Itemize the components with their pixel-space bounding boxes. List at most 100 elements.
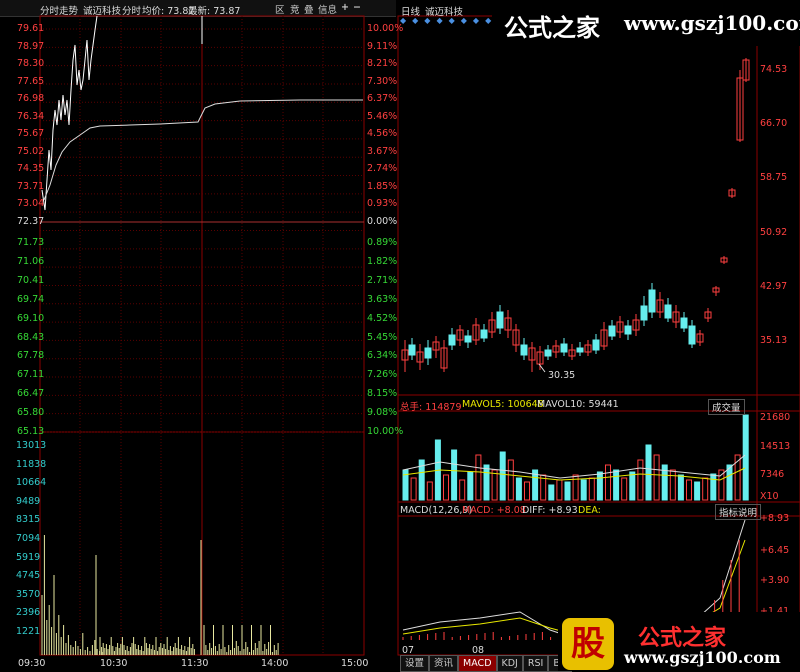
price-tick-down-0: 71.73	[17, 237, 45, 248]
time-tick-1: 10:30	[100, 658, 128, 669]
price-tick-up-6: 75.67	[17, 128, 45, 140]
tab-kdj[interactable]: KDJ	[496, 655, 523, 672]
kline-volume-bar	[410, 477, 417, 501]
price-tick-up-2: 78.30	[17, 58, 45, 70]
price-tick-down-3: 69.74	[17, 293, 45, 305]
pct-tick-up-8: 2.74%	[367, 163, 398, 175]
kline-volume-bar	[726, 464, 733, 501]
pct-tick-down-2: 2.71%	[367, 274, 398, 286]
indicator-tabs: 设置 资讯 MACD KDJ RSI BO	[400, 655, 573, 672]
kline-tick-3: 50.92	[760, 226, 788, 238]
tab-rsi[interactable]: RSI	[522, 655, 549, 672]
price-tick-down-10: 65.13	[17, 426, 45, 437]
price-tick-down-8: 66.47	[17, 388, 45, 400]
watermark-bottom-url: www.gszj100.com	[624, 648, 781, 667]
pct-tick-up-9: 1.85%	[367, 180, 398, 192]
volume-tick-7: 4745	[16, 570, 41, 582]
kline-volume-bar	[451, 449, 458, 501]
tab-settings[interactable]: 设置	[400, 655, 430, 672]
pct-tick-up-6: 4.56%	[367, 128, 398, 140]
price-tick-up-7: 75.02	[17, 145, 45, 157]
price-tick-down-9: 65.80	[17, 407, 45, 419]
candle-body	[448, 334, 456, 346]
volume-tick-5: 7094	[16, 533, 41, 544]
kline-tick-5: 35.13	[760, 335, 788, 346]
kline-volume-bar	[491, 469, 498, 501]
price-tick-up-9: 73.71	[17, 180, 45, 192]
average-line	[43, 99, 363, 201]
price-tick-down-1: 71.06	[17, 255, 45, 267]
diff-value: DIFF: +8.93	[522, 505, 578, 516]
volume-tick-8: 3570	[16, 588, 41, 600]
price-tick-down-6: 67.78	[17, 350, 45, 362]
kline-volume-bar	[742, 414, 749, 501]
kline-volume-bar	[669, 469, 676, 501]
kline-volume-bar	[426, 481, 433, 501]
time-tick-4: 15:00	[341, 658, 369, 669]
candle-body	[464, 335, 472, 343]
time-tick-0: 09:30	[18, 658, 46, 669]
volume-tick-1: 11838	[16, 458, 47, 470]
kline-volume-bar	[629, 471, 636, 501]
pct-tick-down-8: 8.15%	[367, 388, 398, 400]
price-tick-up-0: 79.61	[17, 23, 45, 34]
kline-volume-bar	[548, 484, 555, 501]
pct-tick-up-5: 5.46%	[367, 110, 398, 122]
pct-tick-up-10: 0.93%	[367, 198, 398, 210]
candle-body	[624, 325, 632, 335]
candle-body	[480, 329, 488, 339]
watermark-logo: 股	[562, 618, 614, 670]
kline-volume-bar	[596, 471, 603, 501]
kline-volume-bar	[556, 479, 563, 501]
candle-body	[648, 289, 656, 313]
kline-volume-bar	[605, 464, 611, 501]
kline-tick-1: 66.70	[760, 118, 788, 130]
candle-body	[544, 349, 552, 357]
price-tick-down-7: 67.11	[17, 369, 45, 381]
pct-tick-up-11: 0.00%	[367, 216, 398, 227]
kline-volume-bar	[443, 474, 449, 501]
tab-macd[interactable]: MACD	[458, 655, 497, 672]
pct-tick-up-1: 9.11%	[367, 40, 398, 52]
volume-indicator-button[interactable]: 成交量	[708, 399, 745, 415]
pct-tick-down-4: 4.52%	[367, 312, 398, 324]
kline-tick-0: 74.53	[760, 64, 788, 75]
pct-tick-up-0: 10.00%	[367, 23, 404, 34]
candle-body	[408, 344, 416, 356]
pct-tick-up-4: 6.37%	[367, 93, 398, 105]
watermark-top-url: www.gszj100.com	[624, 11, 800, 35]
kline-volume-bar	[686, 479, 692, 501]
candle-body	[520, 344, 528, 356]
indicator-help-button[interactable]: 指标说明	[715, 504, 762, 520]
time-tick-2: 11:30	[181, 658, 209, 669]
macd-value: MACD: +8.08	[462, 505, 526, 516]
kline-volume-bar	[524, 481, 530, 501]
dea-value: DEA:	[578, 505, 601, 516]
kline-volume-bar	[459, 479, 466, 501]
pct-tick-up-2: 8.21%	[367, 58, 398, 70]
macd-tick-0: +8.93	[760, 513, 790, 524]
volume-tick-10: 1221	[16, 626, 41, 637]
total-volume-label: 总手: 114879	[400, 402, 462, 413]
price-tick-up-1: 78.97	[17, 40, 45, 52]
kline-volume-bar	[580, 479, 587, 501]
kline-volume-bar	[637, 459, 644, 501]
mavol10-label: MAVOL10: 59441	[537, 399, 619, 410]
pct-tick-down-0: 0.89%	[367, 237, 398, 248]
kline-volume-bar	[475, 454, 482, 501]
kline-volume-bar	[467, 471, 474, 501]
pct-tick-down-7: 7.26%	[367, 369, 398, 381]
tab-news[interactable]: 资讯	[429, 655, 459, 672]
volume-tick-0: 13013	[16, 440, 47, 451]
kline-volume-bar	[499, 451, 506, 501]
pct-tick-down-10: 10.00%	[367, 426, 404, 437]
pct-tick-down-1: 1.82%	[367, 255, 398, 267]
kline-tick-2: 58.75	[760, 172, 788, 184]
candle-body	[592, 339, 600, 351]
candle-body	[496, 311, 504, 329]
macd-tick-1: +6.45	[760, 545, 790, 556]
candle-body	[576, 347, 584, 353]
time-tick-3: 14:00	[261, 658, 289, 669]
candle-body	[688, 325, 696, 345]
candle-body	[560, 343, 568, 353]
